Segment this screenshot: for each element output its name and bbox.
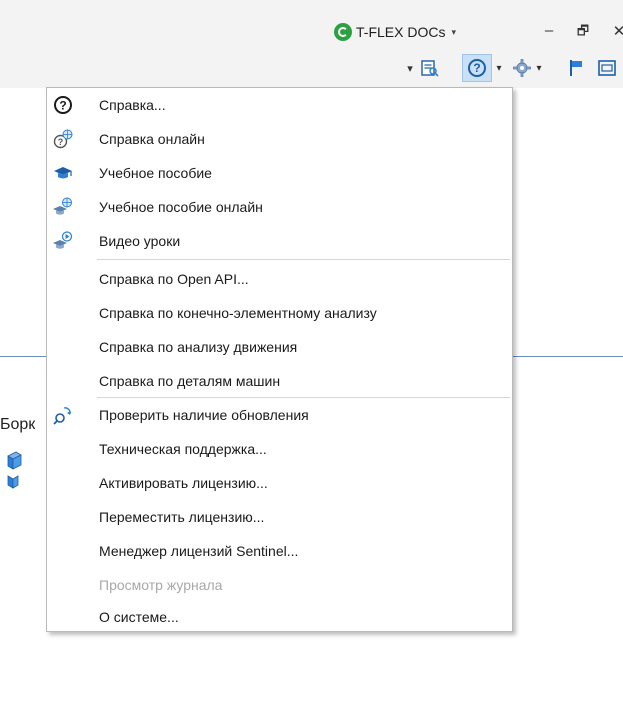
help-circle-icon: ? — [53, 95, 73, 115]
chevron-down-icon: ▾ — [451, 26, 456, 37]
menu-item-about[interactable]: О системе... — [47, 600, 512, 634]
flag-icon[interactable] — [566, 54, 588, 82]
app-name-label: T-FLEX DOCs — [356, 24, 446, 40]
mortarboard-icon — [53, 163, 73, 183]
help-menu-button[interactable]: ? — [462, 54, 492, 82]
settings-gear-icon[interactable] — [510, 54, 534, 82]
window-layout-icon[interactable] — [594, 54, 620, 82]
help-icon: ? — [468, 59, 486, 77]
minimize-button[interactable]: – — [540, 22, 558, 39]
mortarboard-online-icon — [53, 197, 73, 217]
menu-item-motion-analysis-help[interactable]: Справка по анализу движения — [47, 330, 512, 364]
app-switcher[interactable]: T-FLEX DOCs ▾ — [334, 22, 456, 42]
workspace-item-label: Борк — [0, 416, 36, 433]
menu-item-fea-help[interactable]: Справка по конечно-элементному анализу — [47, 296, 512, 330]
svg-text:?: ? — [58, 137, 64, 147]
help-dropdown-arrow-icon[interactable]: ▾ — [494, 54, 504, 82]
menu-item-activate-license[interactable]: Активировать лицензию... — [47, 466, 512, 500]
restore-button[interactable]: 🗗 — [574, 22, 592, 44]
menu-item-view-log: Просмотр журнала — [99, 577, 223, 593]
svg-text:?: ? — [59, 99, 66, 113]
menu-item-tutorial[interactable]: Учебное пособие — [47, 156, 512, 190]
menu-item-help[interactable]: ? Справка... — [47, 88, 512, 122]
help-online-icon: ? — [53, 129, 73, 149]
check-updates-icon — [53, 405, 73, 425]
menu-separator — [97, 259, 510, 260]
assembly-cube-icon — [6, 450, 22, 490]
video-lessons-icon — [53, 231, 73, 251]
menu-item-help-online[interactable]: ? Справка онлайн — [47, 122, 512, 156]
menu-item-move-license[interactable]: Переместить лицензию... — [47, 500, 512, 534]
preview-icon[interactable] — [418, 54, 442, 82]
close-button[interactable]: ✕ — [610, 22, 623, 40]
menu-item-tutorial-online[interactable]: Учебное пособие онлайн — [47, 190, 512, 224]
menu-item-open-api-help[interactable]: Справка по Open API... — [47, 262, 512, 296]
toolbar-overflow-icon[interactable]: ▾ — [404, 54, 416, 82]
help-dropdown-menu: ? Справка... ? Справка онлайн Учебное по… — [46, 87, 513, 632]
menu-item-sentinel-license-manager[interactable]: Менеджер лицензий Sentinel... — [47, 534, 512, 568]
menu-item-video-lessons[interactable]: Видео уроки — [47, 224, 512, 258]
menu-item-tech-support[interactable]: Техническая поддержка... — [47, 432, 512, 466]
menu-item-check-updates[interactable]: Проверить наличие обновления — [47, 398, 512, 432]
menu-item-machine-parts-help[interactable]: Справка по деталям машин — [47, 364, 512, 398]
tflex-logo-icon — [334, 23, 352, 41]
settings-dropdown-arrow-icon[interactable]: ▾ — [534, 54, 544, 82]
